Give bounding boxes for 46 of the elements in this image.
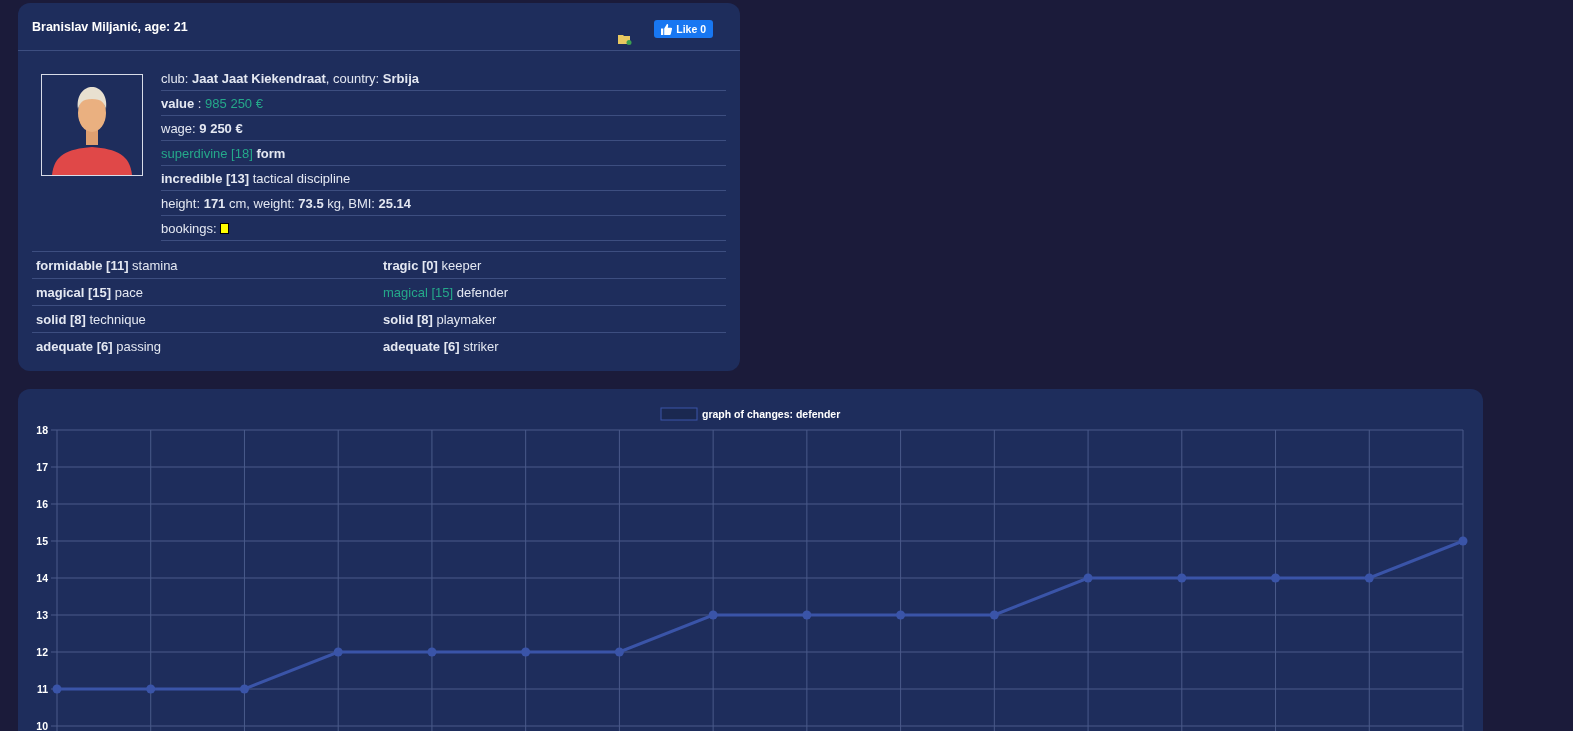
info-text: club: Jaat Jaat Kiekendraat, country: Srbija <box>161 70 419 86</box>
data-point <box>989 610 999 620</box>
y-tick-label: 16 <box>36 498 48 510</box>
folder-add-icon[interactable] <box>618 33 633 45</box>
skill-text: magical [15] defender <box>383 284 509 300</box>
data-point <box>1177 573 1187 583</box>
y-tick-label: 15 <box>36 535 48 547</box>
info-text: wage: 9 250 € <box>161 120 243 136</box>
data-point <box>52 684 62 694</box>
data-point <box>802 610 812 620</box>
bookings-label: bookings: <box>161 220 217 236</box>
data-point <box>427 647 437 657</box>
data-point <box>239 684 249 694</box>
data-point <box>614 647 624 657</box>
data-point <box>1364 573 1374 583</box>
data-point <box>1458 536 1468 546</box>
info-text: incredible [13] tactical discipline <box>161 170 351 186</box>
skill-text: adequate [6] passing <box>36 338 161 354</box>
skill-text: solid [8] playmaker <box>383 311 497 327</box>
data-point <box>146 684 156 694</box>
player-title: Branislav Miljanić, age: 21 <box>32 20 189 34</box>
skill-text: adequate [6] striker <box>383 338 499 354</box>
data-point <box>1083 573 1093 583</box>
y-tick-label: 10 <box>36 720 48 731</box>
info-text: value : 985 250 € <box>161 95 263 111</box>
y-tick-label: 17 <box>36 461 48 473</box>
legend-label[interactable]: graph of changes: defender <box>702 408 841 420</box>
legend-swatch[interactable] <box>660 407 698 421</box>
y-tick-label: 18 <box>36 424 48 436</box>
like-button[interactable]: Like 0 <box>654 20 713 38</box>
thumbs-up-icon <box>661 23 673 35</box>
y-tick-label: 13 <box>36 609 48 621</box>
data-point <box>896 610 906 620</box>
data-point <box>1271 573 1281 583</box>
y-tick-label: 12 <box>36 646 48 658</box>
skill-text: formidable [11] stamina <box>36 257 178 273</box>
info-text: superdivine [18] form <box>161 145 286 161</box>
skill-text: magical [15] pace <box>36 284 143 300</box>
y-tick-label: 14 <box>36 572 48 584</box>
data-point <box>708 610 718 620</box>
data-point <box>333 647 343 657</box>
skill-text: tragic [0] keeper <box>383 257 482 273</box>
data-point <box>521 647 531 657</box>
info-text: height: 171 cm, weight: 73.5 kg, BMI: 25.14 <box>161 195 412 211</box>
y-tick-label: 11 <box>36 683 48 695</box>
skill-text: solid [8] technique <box>36 311 146 327</box>
